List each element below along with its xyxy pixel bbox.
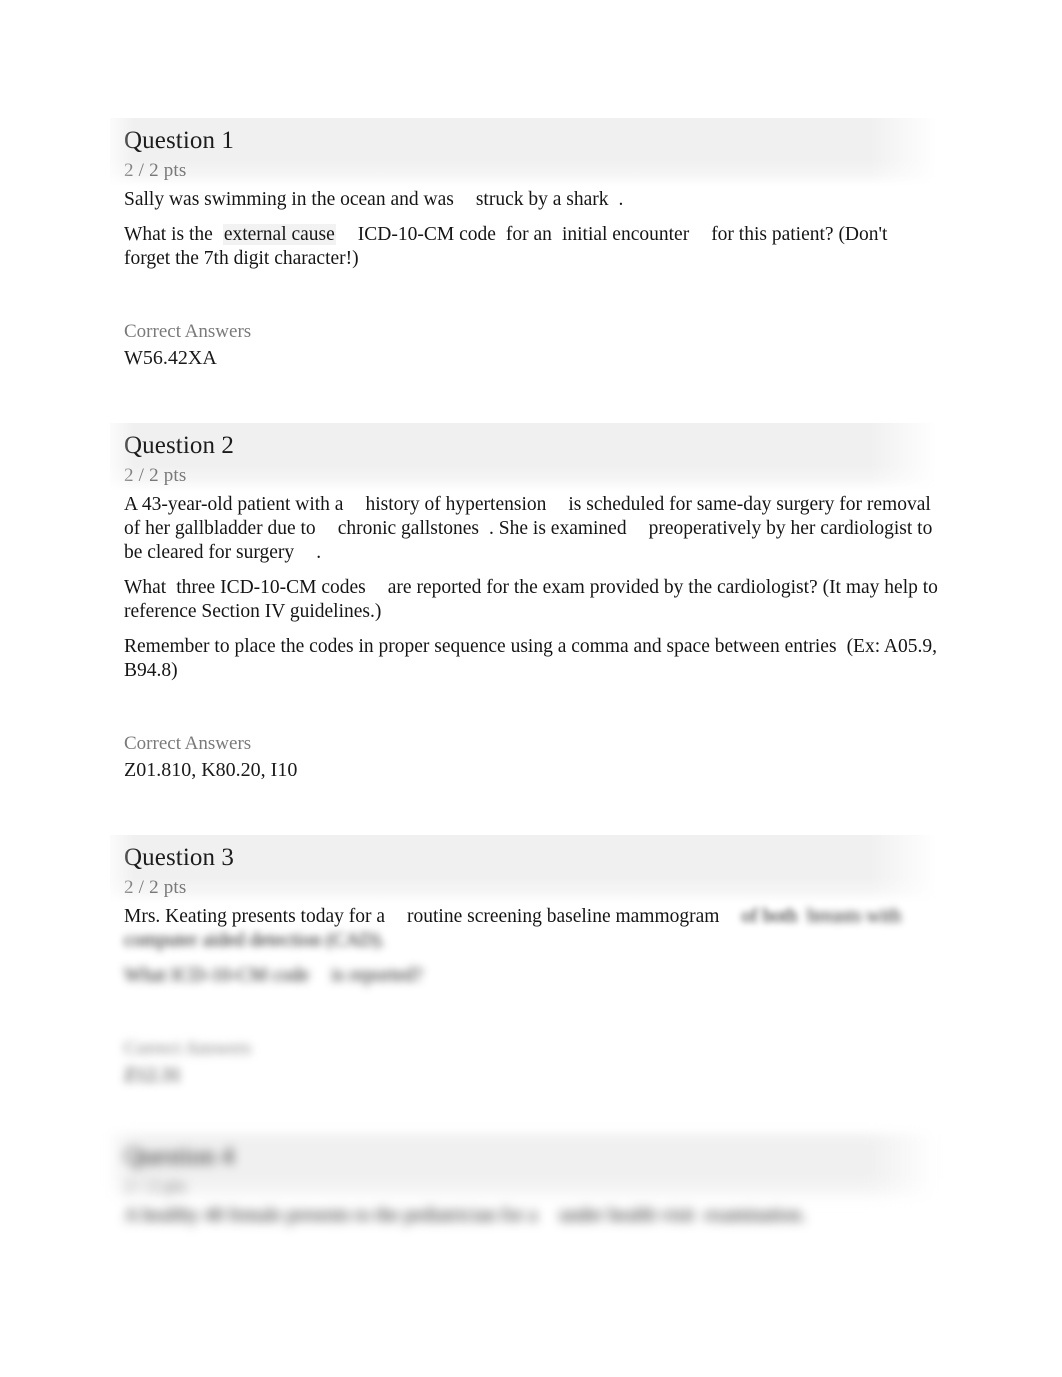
question-points: 2 / 2 pts [124,877,187,898]
question-body-3: Mrs. Keating presents today for a routine… [124,903,938,988]
question-paragraph: Sally was swimming in the ocean and was s… [124,188,938,212]
text-run: Mrs. Keating presents today for a [124,906,386,927]
question-title: Question 2 [124,432,235,459]
question-body-2: A 43-year-old patient with a history of h… [124,491,938,683]
question-paragraph: A healthy 48 female presents to the pedi… [124,1204,938,1228]
text-run: initial encounter [561,224,690,245]
question-paragraph: A 43-year-old patient with a history of h… [124,493,938,565]
correct-answers-value: W56.42XA [124,347,217,369]
question-header-3: Question 3 2 / 2 pts [110,835,937,903]
question-points: 2 / 2 pts [124,1176,187,1197]
correct-answers-block-1: Correct Answers W56.42XA [124,319,938,371]
question-header-1: Question 1 2 / 2 pts [110,118,937,186]
text-run: . She is examined [489,518,627,539]
text-run: history of hypertension [365,494,547,515]
text-run: three ICD-10-CM codes [176,577,366,598]
question-title: Question 4 [124,1143,235,1170]
question-paragraph: What three ICD-10-CM codes are reported fo… [124,576,938,624]
question-title: Question 3 [124,844,235,871]
text-run: under health visit [559,1205,695,1226]
correct-answers-block-2: Correct Answers Z01.810, K80.20, I10 [124,731,938,783]
text-run: A healthy 48 female presents to the pedi… [124,1205,538,1226]
question-header-4: Question 4 2 / 2 pts [110,1134,937,1202]
text-run: routine screening baseline mammogram [407,906,720,927]
text-run-blurred: of both [741,906,798,927]
correct-answers-block-3: Correct Answers Z12.31 [124,1036,938,1088]
text-run: chronic gallstones [337,518,480,539]
question-body-1: Sally was swimming in the ocean and was s… [124,186,938,271]
text-run: for an [505,224,552,245]
questions-container: Question 1 2 / 2 pts Sally was swimming … [110,118,938,1228]
highlighted-term: external cause [222,224,336,245]
text-run: A 43-year-old patient with a [124,494,344,515]
text-run: . [618,189,624,210]
question-points: 2 / 2 pts [124,465,187,486]
question-paragraph: What is the external cause ICD-10-CM code f… [124,223,938,271]
question-paragraph-blurred: What ICD-10-CM code is reported? [124,964,938,988]
question-body-4: A healthy 48 female presents to the pedi… [124,1202,938,1228]
question-points: 2 / 2 pts [124,160,187,181]
text-run: struck by a shark [475,189,609,210]
text-run: What is the [124,224,213,245]
text-run: ICD-10-CM code [357,224,496,245]
text-run: Remember to place the codes in proper se… [124,636,837,657]
text-run: What ICD-10-CM code [124,965,310,986]
correct-answers-value: Z12.31 [124,1064,182,1086]
question-block-1: Question 1 2 / 2 pts Sally was swimming … [110,118,938,423]
correct-answers-label: Correct Answers [124,733,252,754]
question-block-4: Question 4 2 / 2 pts A healthy 48 female… [110,1134,938,1228]
text-run: What [124,577,167,598]
question-paragraph: Remember to place the codes in proper se… [124,635,938,683]
quiz-results-page: Question 1 2 / 2 pts Sally was swimming … [0,0,1062,1377]
correct-answers-label: Correct Answers [124,1038,252,1059]
question-header-2: Question 2 2 / 2 pts [110,423,937,491]
text-run: examination. [704,1205,806,1226]
question-paragraph: Mrs. Keating presents today for a routine… [124,905,938,953]
correct-answers-value: Z01.810, K80.20, I10 [124,759,298,781]
text-run: . [316,542,322,563]
question-block-2: Question 2 2 / 2 pts A 43-year-old patie… [110,423,938,835]
question-title: Question 1 [124,127,235,154]
text-run: is reported? [331,965,423,986]
text-run: Sally was swimming in the ocean and was [124,189,454,210]
correct-answers-label: Correct Answers [124,321,252,342]
question-block-3: Question 3 2 / 2 pts Mrs. Keating presen… [110,835,938,1134]
